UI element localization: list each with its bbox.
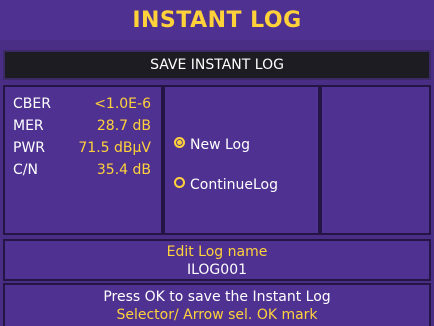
measurement-row-cn: C/N 35.4 dB: [13, 159, 157, 181]
measurement-value: 28.7 dB: [96, 118, 151, 134]
empty-panel: [320, 85, 431, 235]
log-options-panel: New Log ContinueLog: [163, 85, 320, 235]
page-title: INSTANT LOG: [0, 0, 434, 40]
measurement-label: CBER: [13, 96, 51, 112]
help-panel: Press OK to save the Instant Log Selecto…: [3, 283, 431, 326]
measurement-value: 35.4 dB: [96, 162, 151, 178]
instant-log-screen: INSTANT LOG SAVE INSTANT LOG CBER <1.0E-…: [0, 0, 434, 326]
measurements-panel: CBER <1.0E-6 MER 28.7 dB PWR 71.5 dBµV C…: [3, 85, 163, 235]
radio-unselected-icon: [174, 177, 185, 188]
option-label: ContinueLog: [190, 177, 278, 193]
measurement-row-pwr: PWR 71.5 dBµV: [13, 137, 157, 159]
measurement-label: C/N: [13, 162, 38, 178]
option-new-log[interactable]: New Log: [174, 135, 250, 155]
edit-log-name-field[interactable]: Edit Log name ILOG001: [3, 239, 431, 281]
log-name-value: ILOG001: [186, 262, 248, 278]
measurement-value: <1.0E-6: [94, 96, 151, 112]
help-hint: Selector/ Arrow sel. OK mark: [116, 307, 318, 323]
measurement-label: MER: [13, 118, 44, 134]
edit-log-name-label: Edit Log name: [166, 244, 268, 260]
radio-selected-icon: [174, 137, 185, 148]
save-instant-log-button[interactable]: SAVE INSTANT LOG: [3, 50, 431, 80]
measurement-row-mer: MER 28.7 dB: [13, 115, 157, 137]
measurement-label: PWR: [13, 140, 46, 156]
option-continue-log[interactable]: ContinueLog: [174, 175, 278, 195]
option-label: New Log: [190, 137, 250, 153]
measurement-value: 71.5 dBµV: [78, 140, 151, 156]
measurement-row-cber: CBER <1.0E-6: [13, 93, 157, 115]
help-text: Press OK to save the Instant Log: [103, 289, 331, 305]
